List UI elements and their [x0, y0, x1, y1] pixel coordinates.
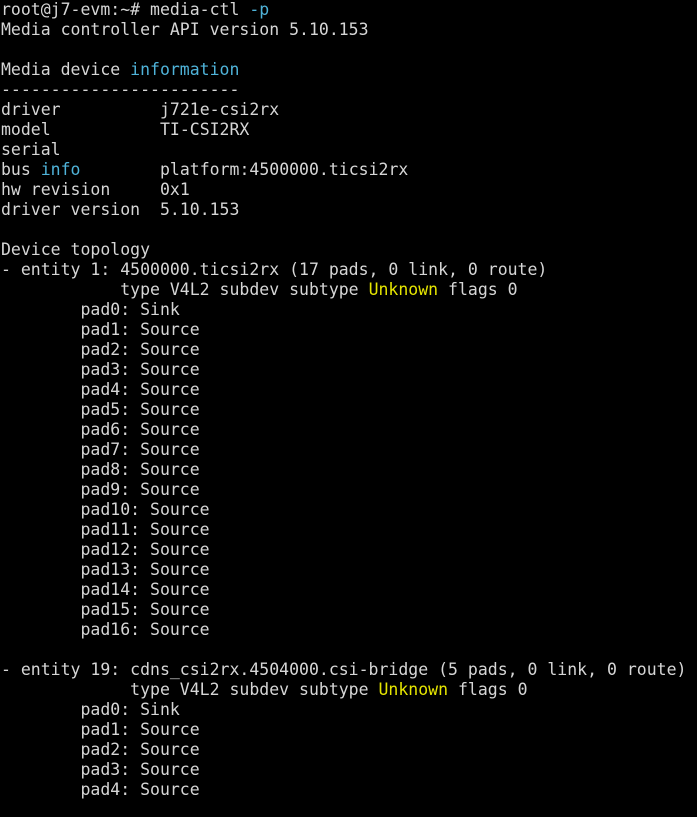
device-info-label: serial [1, 140, 61, 159]
device-info-value: TI-CSI2RX [159, 120, 250, 139]
pad-line: pad5: Source [1, 400, 200, 419]
pad-line: pad11: Source [1, 520, 210, 539]
device-info-label-keyword: info [40, 160, 81, 179]
topology-heading: Device topology [1, 240, 151, 259]
entity-type-prefix: type V4L2 subdev subtype [1, 280, 369, 299]
device-info-row: model TI-CSI2RX [1, 120, 697, 140]
pad-line: pad15: Source [1, 600, 210, 619]
pad-line: pad6: Source [1, 420, 200, 439]
device-info-row: driver j721e-csi2rx [1, 100, 697, 120]
device-info-label-spacing [81, 160, 160, 179]
pad-line: pad4: Source [1, 780, 200, 799]
entity-flags: flags 0 [438, 280, 518, 299]
device-info-row: driver version 5.10.153 [1, 200, 697, 220]
device-info-value: 0x1 [159, 180, 190, 199]
device-info-row: hw revision 0x1 [1, 180, 697, 200]
pad-line: pad3: Source [1, 760, 200, 779]
entity-subtype: Unknown [378, 680, 449, 699]
pad-line: pad8: Source [1, 460, 200, 479]
prompt-user-host: root@j7-evm:~# [1, 0, 141, 19]
entity-header: - entity 19: cdns_csi2rx.4504000.csi-bri… [1, 660, 687, 679]
device-info-label: model [1, 120, 160, 139]
device-info-value: platform:4500000.ticsi2rx [159, 160, 409, 179]
pad-line: pad4: Source [1, 380, 200, 399]
device-info-value: j721e-csi2rx [159, 100, 280, 119]
pad-line: pad3: Source [1, 360, 200, 379]
device-info-separator: ------------------------ [1, 80, 240, 99]
entity-header: - entity 1: 4500000.ticsi2rx (17 pads, 0… [1, 260, 548, 279]
command-flag: -p [249, 0, 270, 19]
topology-entities: - entity 1: 4500000.ticsi2rx (17 pads, 0… [1, 260, 697, 800]
device-info-rows: driver j721e-csi2rx model TI-CSI2RX serial… [1, 100, 697, 220]
device-info-row: serial [1, 140, 697, 160]
pad-line: pad14: Source [1, 580, 210, 599]
pad-line: pad13: Source [1, 560, 210, 579]
pad-line: pad0: Sink [1, 700, 180, 719]
pad-line: pad1: Source [1, 320, 200, 339]
pad-line: pad2: Source [1, 340, 200, 359]
device-info-label: driver [1, 100, 160, 119]
pad-line: pad12: Source [1, 540, 210, 559]
pad-line: pad2: Source [1, 740, 200, 759]
entity-type-prefix: type V4L2 subdev subtype [1, 680, 379, 699]
entity-type-line: type V4L2 subdev subtype Unknown flags 0 [1, 680, 697, 700]
terminal-window[interactable]: root@j7-evm:~# media-ctl -p Media contro… [0, 0, 697, 817]
pad-line: pad1: Source [1, 720, 200, 739]
api-version-line: Media controller API version 5.10.153 [1, 20, 369, 39]
pad-line: pad7: Source [1, 440, 200, 459]
entity-flags: flags 0 [448, 680, 528, 699]
device-info-row: bus info platform:4500000.ticsi2rx [1, 160, 697, 180]
command-name: media-ctl [150, 0, 240, 19]
device-info-label: bus [1, 160, 41, 179]
device-info-label: driver version [1, 200, 160, 219]
entity-type-line: type V4L2 subdev subtype Unknown flags 0 [1, 280, 697, 300]
pad-line: pad10: Source [1, 500, 210, 519]
device-info-heading-prefix: Media device [1, 60, 131, 79]
pad-line: pad0: Sink [1, 300, 180, 319]
device-info-value: 5.10.153 [159, 200, 240, 219]
entity-subtype: Unknown [368, 280, 439, 299]
pad-line: pad16: Source [1, 620, 210, 639]
device-info-heading: Media device information [1, 60, 697, 80]
device-info-label: hw revision [1, 180, 160, 199]
pad-line: pad9: Source [1, 480, 200, 499]
prompt-line: root@j7-evm:~# media-ctl -p [1, 0, 697, 20]
device-info-heading-keyword: information [130, 60, 240, 79]
